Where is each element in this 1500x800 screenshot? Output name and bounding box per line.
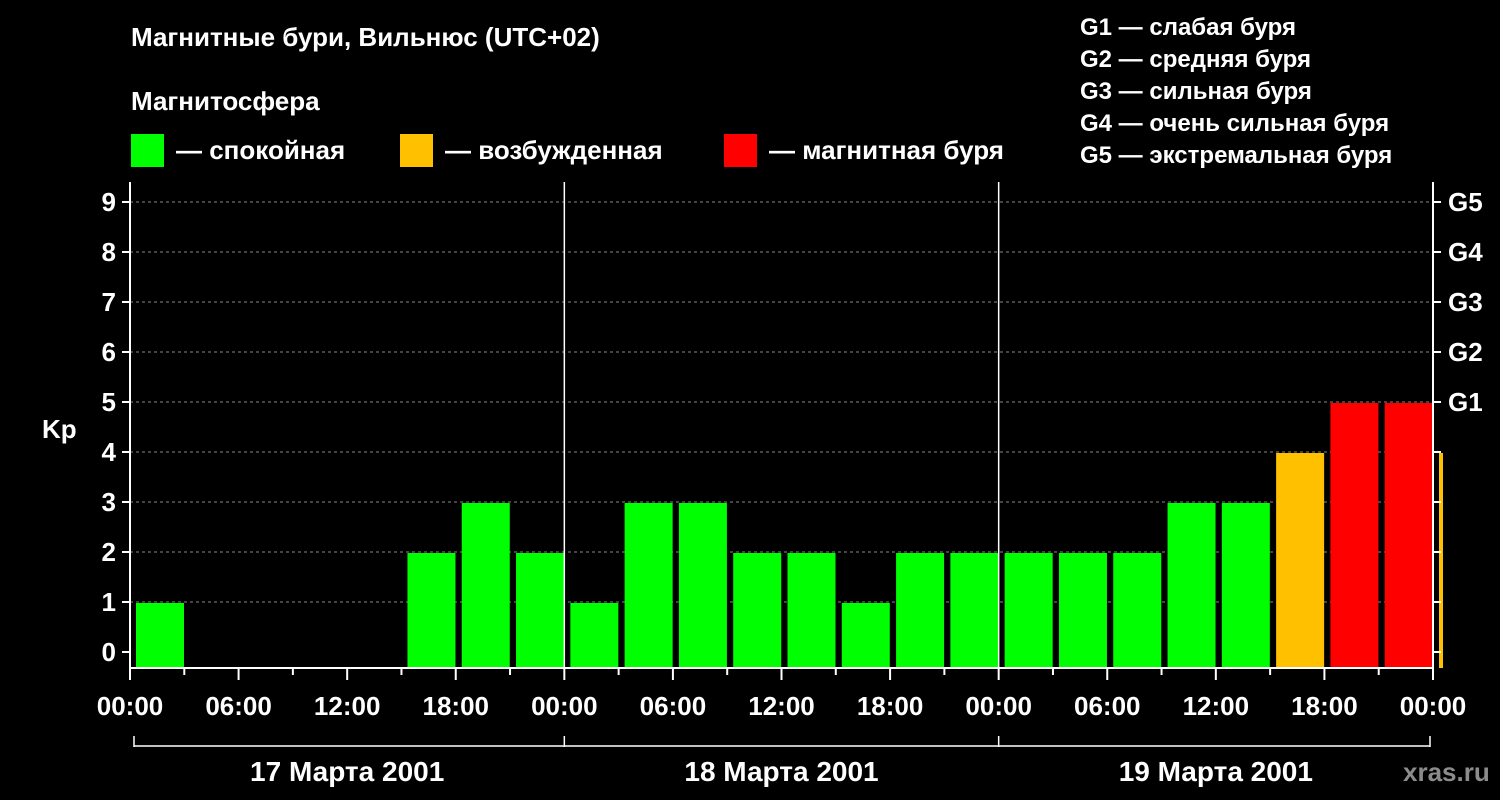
day-label: 18 Марта 2001 xyxy=(684,756,878,787)
y-tick-label: 6 xyxy=(102,337,116,367)
y-tick-label: 5 xyxy=(102,387,116,417)
kp-bar xyxy=(1439,453,1443,668)
x-tick-label: 00:00 xyxy=(965,691,1032,721)
x-tick-label: 12:00 xyxy=(748,691,815,721)
g-scale-label: G1 xyxy=(1448,387,1483,417)
kp-bar xyxy=(516,553,565,668)
g-scale-label: G4 xyxy=(1448,237,1483,267)
kp-bar xyxy=(841,603,890,668)
kp-bar xyxy=(678,503,727,668)
x-tick-label: 12:00 xyxy=(1183,691,1250,721)
kp-bar xyxy=(1276,453,1325,668)
x-tick-label: 18:00 xyxy=(423,691,490,721)
y-tick-label: 1 xyxy=(102,587,116,617)
day-label: 17 Марта 2001 xyxy=(250,756,444,787)
kp-bar xyxy=(1384,403,1433,668)
kp-bar xyxy=(1330,403,1379,668)
kp-bar xyxy=(570,603,619,668)
kp-bar xyxy=(950,553,999,668)
kp-bar xyxy=(1167,503,1216,668)
x-tick-label: 06:00 xyxy=(205,691,272,721)
x-tick-label: 06:00 xyxy=(640,691,707,721)
y-tick-label: 8 xyxy=(102,237,116,267)
x-tick-label: 00:00 xyxy=(97,691,164,721)
y-axis-label: Kp xyxy=(42,414,77,444)
kp-bar xyxy=(136,603,184,668)
kp-bar xyxy=(733,553,782,668)
x-tick-label: 06:00 xyxy=(1074,691,1141,721)
y-tick-label: 7 xyxy=(102,287,116,317)
x-tick-label: 00:00 xyxy=(1400,691,1467,721)
x-tick-label: 00:00 xyxy=(531,691,598,721)
y-tick-label: 0 xyxy=(102,637,116,667)
kp-bar xyxy=(461,503,510,668)
watermark: xras.ru xyxy=(1403,757,1490,787)
x-tick-label: 18:00 xyxy=(857,691,924,721)
kp-bar xyxy=(787,553,836,668)
kp-bar xyxy=(1221,503,1270,668)
kp-bar-chart: 0 1 2 3 4 5 6 7 8 9 G1 G2 G3 G4 G5 Kp 00:00 06:00 12:00 18:… xyxy=(42,182,1483,787)
day-label: 19 Марта 2001 xyxy=(1119,756,1313,787)
kp-bar xyxy=(1113,553,1162,668)
g-scale-label: G5 xyxy=(1448,187,1483,217)
y-tick-label: 2 xyxy=(102,537,116,567)
g-scale-label: G2 xyxy=(1448,337,1483,367)
kp-bar xyxy=(1058,553,1107,668)
kp-bar xyxy=(1004,553,1053,668)
y-tick-label: 3 xyxy=(102,487,116,517)
kp-bar xyxy=(896,553,945,668)
kp-bar xyxy=(624,503,673,668)
kp-bar xyxy=(407,553,456,668)
y-tick-label: 9 xyxy=(102,187,116,217)
g-scale-label: G3 xyxy=(1448,287,1483,317)
x-tick-label: 12:00 xyxy=(314,691,381,721)
x-tick-label: 18:00 xyxy=(1291,691,1358,721)
y-tick-label: 4 xyxy=(102,437,117,467)
